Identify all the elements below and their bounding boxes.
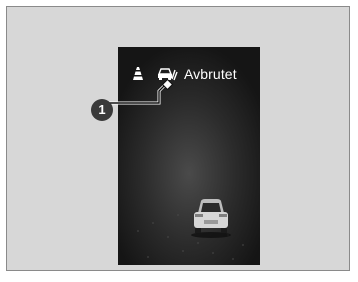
vehicle-rear-icon bbox=[191, 199, 231, 238]
callout-number-badge: 1 bbox=[91, 99, 113, 121]
lkas-status-row: Avbrutet bbox=[118, 63, 260, 85]
instrument-display: Avbrutet bbox=[118, 47, 260, 265]
lane-marker-icon bbox=[133, 67, 143, 80]
lkas-status-text: Avbrutet bbox=[184, 66, 237, 82]
lane-keeping-assist-icon bbox=[157, 68, 178, 81]
figure-frame: Avbrutet 1 bbox=[6, 6, 350, 271]
